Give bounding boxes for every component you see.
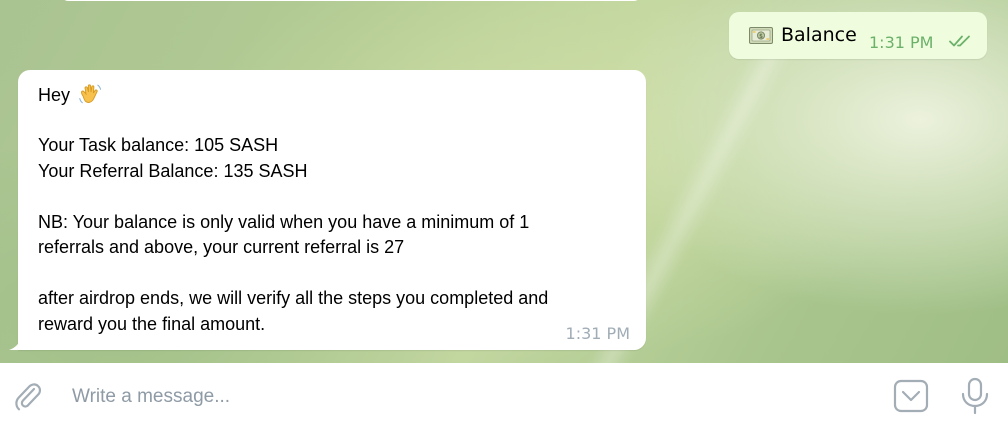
referral-balance-line: Your Referral Balance: 135 SASH [38,160,308,181]
note-line-2: referrals and above, your current referr… [38,237,405,257]
message-composer [0,363,1008,428]
svg-text:$: $ [759,33,763,40]
outgoing-message-bubble[interactable]: $ Balance 1:31 PM [729,12,987,59]
task-balance-line: Your Task balance: 105 SASH [38,135,279,155]
airdrop-line-2: reward you the final amount. [38,313,266,334]
note-line-1: NB: Your balance is only valid when you … [38,211,530,232]
microphone-icon[interactable] [958,377,992,415]
money-icon: $ [749,27,773,44]
chat-background: $ Balance 1:31 PM Hey Your Task balance:… [0,0,1008,408]
message-input[interactable] [72,383,852,411]
outgoing-message-text: Balance [781,24,857,46]
greeting-text: Hey [38,85,71,105]
greeting-line: Hey [38,82,638,108]
incoming-message-text: Hey Your Task balance: 105 SASH Your Ref… [38,82,638,337]
previous-message-edge [62,0,640,1]
outgoing-message-time: 1:31 PM [869,33,934,52]
emoji-keyboard-icon[interactable] [893,379,929,413]
incoming-message-time: 1:31 PM [565,324,630,343]
paperclip-icon[interactable] [12,380,46,414]
airdrop-line-1: after airdrop ends, we will verify all t… [38,288,549,308]
incoming-message-bubble[interactable]: Hey Your Task balance: 105 SASH Your Ref… [18,70,646,350]
double-check-icon [949,35,970,47]
waving-hand-icon [79,84,102,104]
